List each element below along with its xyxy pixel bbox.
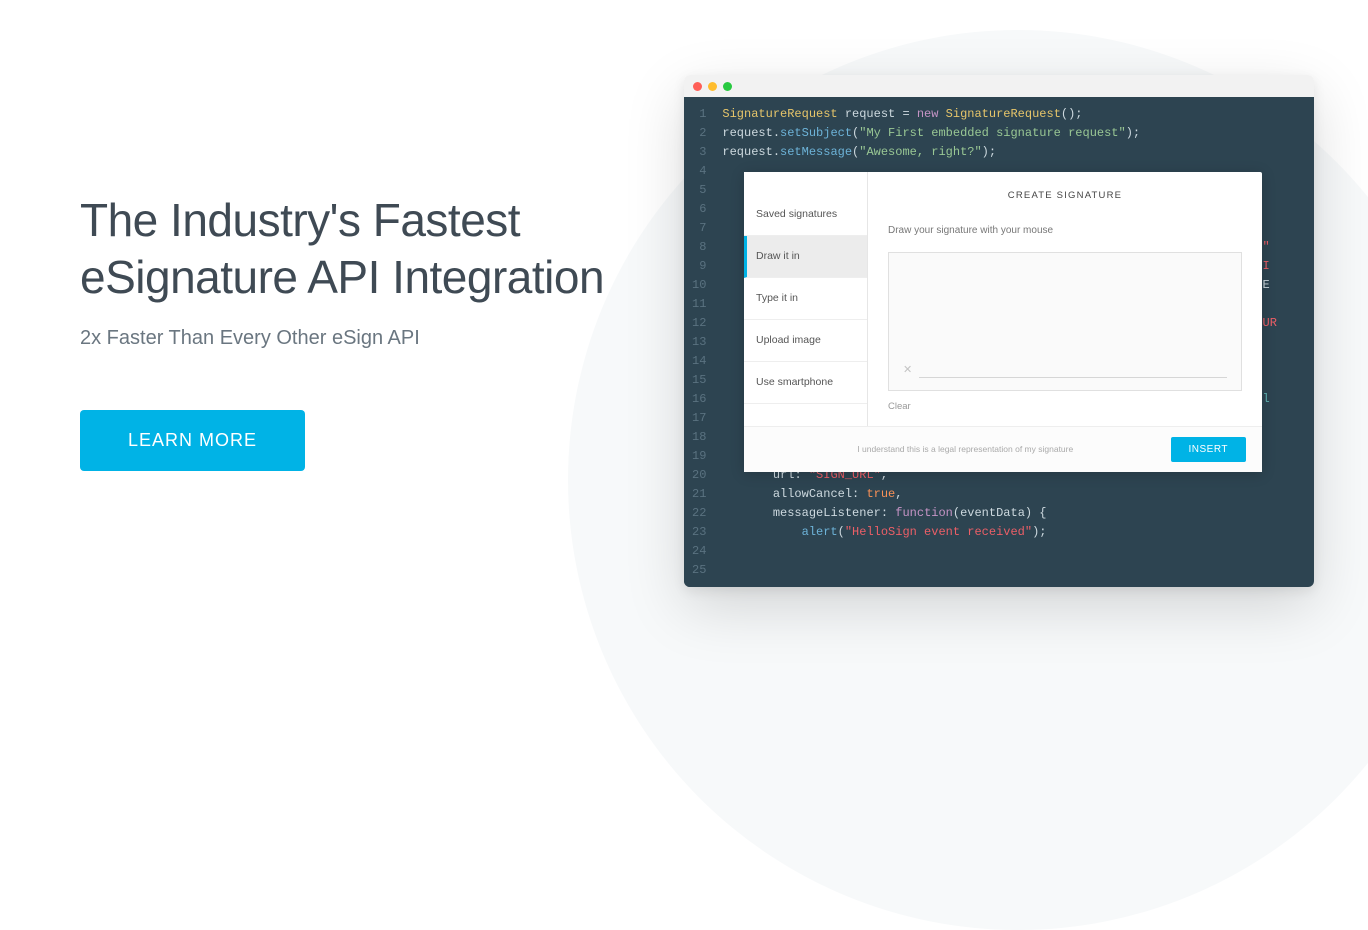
code-token: request xyxy=(845,107,895,121)
modal-body: Saved signatures Draw it in Type it in U… xyxy=(744,172,1262,426)
tab-upload-image[interactable]: Upload image xyxy=(744,320,867,362)
code-token: "HelloSign event received" xyxy=(845,525,1032,539)
headline: The Industry's Fastest eSignature API In… xyxy=(80,192,644,307)
close-icon[interactable] xyxy=(693,82,702,91)
signature-modal: Saved signatures Draw it in Type it in U… xyxy=(744,172,1262,472)
app-window: 1 2 3 4 5 6 7 8 9 10 11 12 13 14 15 16 1… xyxy=(684,75,1314,587)
signature-canvas[interactable]: ✕ xyxy=(888,252,1242,391)
code-token: eventData xyxy=(960,506,1025,520)
legal-text: I understand this is a legal representat… xyxy=(760,440,1171,459)
hero-container: The Industry's Fastest eSignature API In… xyxy=(0,0,1368,662)
modal-title: CREATE SIGNATURE xyxy=(888,186,1242,205)
hero-visual-column: 1 2 3 4 5 6 7 8 9 10 11 12 13 14 15 16 1… xyxy=(684,75,1368,587)
hero-text-column: The Industry's Fastest eSignature API In… xyxy=(0,192,684,471)
headline-line-1: The Industry's Fastest xyxy=(80,194,520,246)
code-token: true xyxy=(866,487,895,501)
headline-line-2: eSignature API Integration xyxy=(80,251,604,303)
tab-saved-signatures[interactable]: Saved signatures xyxy=(744,194,867,236)
code-editor: 1 2 3 4 5 6 7 8 9 10 11 12 13 14 15 16 1… xyxy=(684,97,1314,587)
code-token: setMessage xyxy=(780,145,852,159)
modal-content: CREATE SIGNATURE Draw your signature wit… xyxy=(868,172,1262,426)
modal-instruction: Draw your signature with your mouse xyxy=(888,221,1242,240)
minimize-icon[interactable] xyxy=(708,82,717,91)
code-token: messageListener xyxy=(773,506,881,520)
code-token: SignatureRequest xyxy=(946,107,1061,121)
tab-use-smartphone[interactable]: Use smartphone xyxy=(744,362,867,404)
code-token: = xyxy=(895,107,917,121)
code-token: function xyxy=(895,506,953,520)
learn-more-button[interactable]: LEARN MORE xyxy=(80,410,305,471)
code-token: new xyxy=(917,107,939,121)
tab-draw-it-in[interactable]: Draw it in xyxy=(744,236,867,278)
code-token: request xyxy=(722,145,772,159)
modal-footer: I understand this is a legal representat… xyxy=(744,426,1262,472)
line-number-gutter: 1 2 3 4 5 6 7 8 9 10 11 12 13 14 15 16 1… xyxy=(684,97,716,587)
code-token: alert xyxy=(802,525,838,539)
signature-baseline xyxy=(919,377,1227,378)
code-token: "Awesome, right?" xyxy=(859,145,981,159)
code-token: request xyxy=(722,126,772,140)
tab-type-it-in[interactable]: Type it in xyxy=(744,278,867,320)
code-token: "My First embedded signature request" xyxy=(859,126,1125,140)
insert-button[interactable]: INSERT xyxy=(1171,437,1247,462)
clear-link[interactable]: Clear xyxy=(888,397,1242,416)
code-token: SignatureRequest xyxy=(722,107,837,121)
signature-x-icon: ✕ xyxy=(903,361,912,380)
maximize-icon[interactable] xyxy=(723,82,732,91)
window-titlebar xyxy=(684,75,1314,97)
modal-tabs: Saved signatures Draw it in Type it in U… xyxy=(744,172,868,426)
code-token: setSubject xyxy=(780,126,852,140)
subheadline: 2x Faster Than Every Other eSign API xyxy=(80,327,644,350)
code-token: allowCancel xyxy=(773,487,852,501)
